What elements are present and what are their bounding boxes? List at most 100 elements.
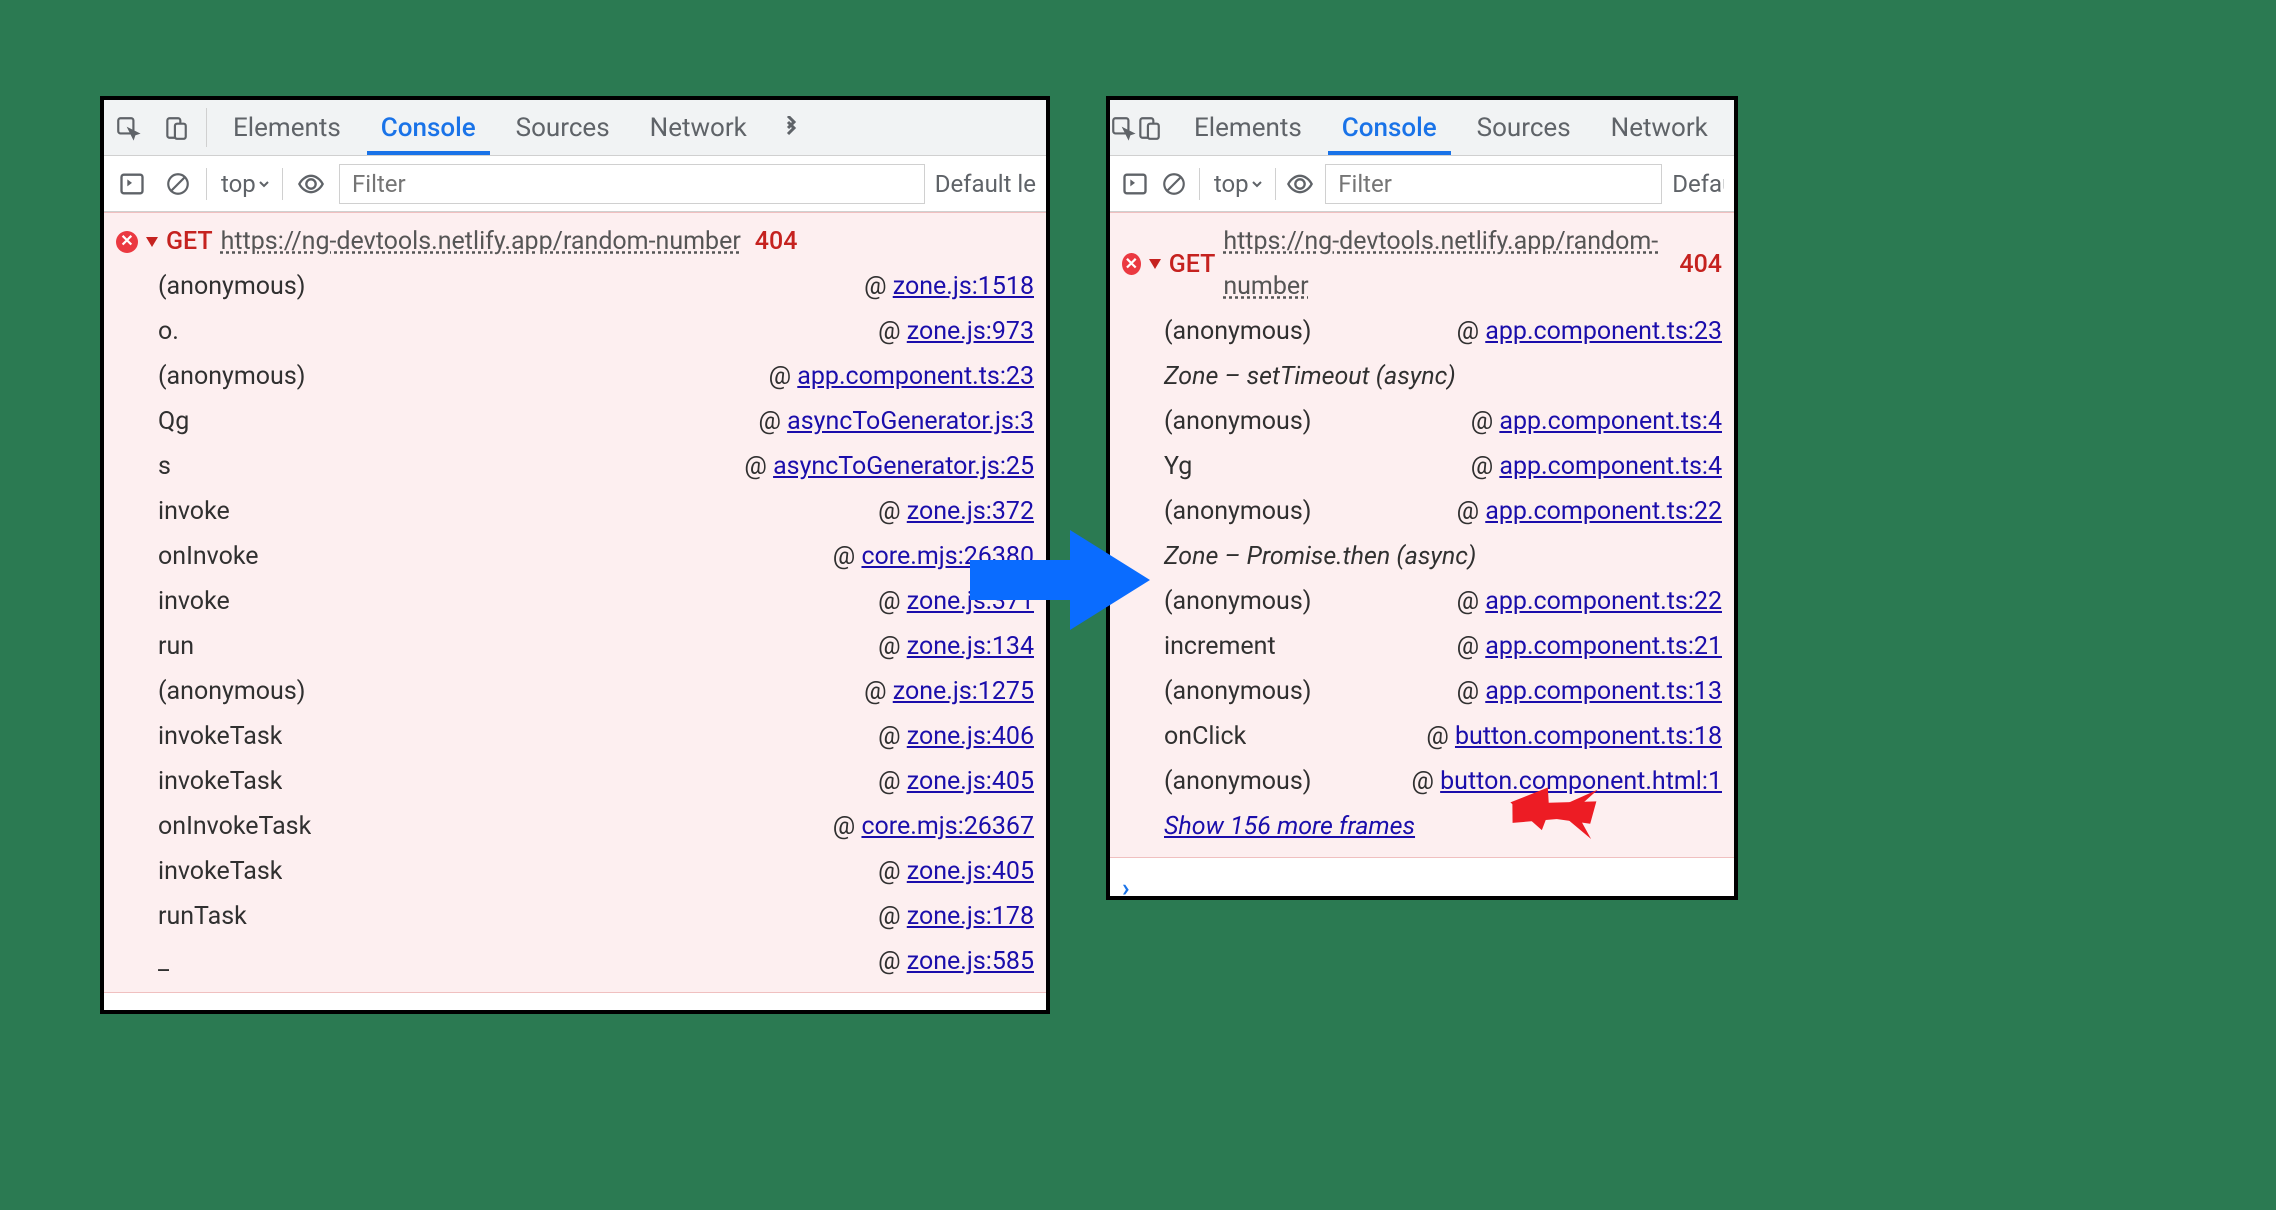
tab-network[interactable]: Network <box>1591 100 1728 155</box>
callout-arrow-icon <box>1496 766 1605 849</box>
source-link[interactable]: zone.js:585 <box>907 947 1034 976</box>
tab-console[interactable]: Console <box>361 100 496 155</box>
stack-frame: (anonymous) @ app.component.ts:22 <box>1164 489 1722 534</box>
disclosure-triangle-icon[interactable] <box>146 237 158 247</box>
stack-frame: run@ zone.js:134 <box>158 624 1034 669</box>
show-more-frames-link[interactable]: Show 156 more frames <box>1164 812 1415 841</box>
inspect-element-icon[interactable] <box>104 100 152 155</box>
frame-location: @ app.component.ts:22 <box>1457 489 1722 534</box>
stack-frame: (anonymous)@ app.component.ts:4 <box>1164 399 1722 444</box>
source-link[interactable]: app.component.ts:23 <box>1485 317 1722 346</box>
source-link[interactable]: zone.js:1518 <box>893 272 1034 301</box>
source-link[interactable]: zone.js:405 <box>907 857 1034 886</box>
source-link[interactable]: app.component.ts:4 <box>1499 452 1722 481</box>
stack-frame: onInvoke@ core.mjs:26380 <box>158 534 1034 579</box>
disclosure-triangle-icon[interactable] <box>1149 259 1161 269</box>
frame-location: @ button.component.ts:18 <box>1426 714 1722 759</box>
more-tabs-icon[interactable] <box>1728 100 1738 155</box>
source-link[interactable]: asyncToGenerator.js:25 <box>773 452 1034 481</box>
console-sidebar-toggle-icon[interactable] <box>114 166 150 202</box>
source-link[interactable]: core.mjs:26367 <box>861 812 1034 841</box>
frame-function: invokeTask <box>158 714 282 759</box>
source-link[interactable]: app.component.ts:22 <box>1485 497 1722 526</box>
source-link[interactable]: zone.js:973 <box>907 317 1034 346</box>
live-expression-icon[interactable] <box>1286 166 1316 202</box>
source-link[interactable]: zone.js:405 <box>907 767 1034 796</box>
frame-function: runTask <box>158 894 247 939</box>
frame-function: onInvoke <box>158 534 259 579</box>
source-link[interactable]: app.component.ts:23 <box>797 362 1034 391</box>
tab-elements[interactable]: Elements <box>213 100 361 155</box>
log-level-selector[interactable]: Defau <box>1672 170 1724 198</box>
source-link[interactable]: asyncToGenerator.js:3 <box>787 407 1034 436</box>
tab-console[interactable]: Console <box>1322 100 1457 155</box>
frame-location: @ app.component.ts:4 <box>1471 444 1722 489</box>
stack-frame: Yg @ app.component.ts:4 <box>1164 444 1722 489</box>
device-toggle-icon[interactable] <box>1136 100 1162 155</box>
frame-function: Qg <box>158 399 189 444</box>
console-filter-bar: top Defau <box>1110 156 1734 212</box>
filter-input[interactable] <box>339 164 925 204</box>
divider <box>1275 168 1276 200</box>
console-body: ✕ GET https://ng-devtools.netlify.app/ra… <box>1110 212 1734 900</box>
frame-function: Yg <box>1164 444 1192 489</box>
stack-frame: invokeTask@ zone.js:405 <box>158 759 1034 804</box>
frame-function: increment <box>1164 624 1276 669</box>
frame-function: invokeTask <box>158 849 282 894</box>
http-status: 404 <box>1679 242 1722 287</box>
frame-function: (anonymous) <box>1164 579 1311 624</box>
inspect-element-icon[interactable] <box>1110 100 1136 155</box>
frame-function: invokeTask <box>158 759 282 804</box>
frame-location: @ zone.js:1518 <box>864 264 1034 309</box>
frame-location: @ zone.js:1275 <box>864 669 1034 714</box>
request-url[interactable]: https://ng-devtools.netlify.app/random-n… <box>1223 219 1665 309</box>
device-toggle-icon[interactable] <box>152 100 200 155</box>
clear-console-icon[interactable] <box>1160 166 1190 202</box>
more-tabs-icon[interactable] <box>767 100 815 155</box>
async-zone-note: Zone – setTimeout (async) <box>1164 354 1722 399</box>
devtools-tabbar: Elements Console Sources Network <box>1110 100 1734 156</box>
source-link[interactable]: app.component.ts:22 <box>1485 587 1722 616</box>
stack-frame: (anonymous)@ button.component.html:1 <box>1164 759 1722 804</box>
stack-trace: (anonymous)@ app.component.ts:23Zone – s… <box>1122 309 1722 849</box>
frame-function: o. <box>158 309 179 354</box>
error-header[interactable]: ✕ GET https://ng-devtools.netlify.app/ra… <box>116 219 1034 264</box>
source-link[interactable]: zone.js:406 <box>907 722 1034 751</box>
frame-location: @ zone.js:406 <box>878 714 1034 759</box>
source-link[interactable]: zone.js:178 <box>907 902 1034 931</box>
tab-sources[interactable]: Sources <box>1457 100 1591 155</box>
context-selector[interactable]: top <box>217 169 272 199</box>
error-header[interactable]: ✕ GET https://ng-devtools.netlify.app/ra… <box>1122 219 1722 309</box>
filter-input[interactable] <box>1325 164 1662 204</box>
context-selector[interactable]: top <box>1210 169 1265 199</box>
source-link[interactable]: button.component.ts:18 <box>1455 722 1722 751</box>
source-link[interactable]: app.component.ts:13 <box>1485 677 1722 706</box>
async-zone-note: Zone – Promise.then (async) <box>1164 534 1722 579</box>
console-error-message: ✕ GET https://ng-devtools.netlify.app/ra… <box>1110 212 1734 858</box>
stack-frame: (anonymous)@ app.component.ts:13 <box>1164 669 1722 714</box>
console-sidebar-toggle-icon[interactable] <box>1120 166 1150 202</box>
source-link[interactable]: app.component.ts:4 <box>1499 407 1722 436</box>
source-link[interactable]: zone.js:1275 <box>893 677 1034 706</box>
stack-frame: invoke@ zone.js:371 <box>158 579 1034 624</box>
transition-arrow-icon <box>960 520 1160 640</box>
live-expression-icon[interactable] <box>293 166 329 202</box>
frame-location: @ asyncToGenerator.js:3 <box>758 399 1034 444</box>
frame-function: run <box>158 624 194 669</box>
clear-console-icon[interactable] <box>160 166 196 202</box>
frame-location: @ app.component.ts:22 <box>1457 579 1722 624</box>
devtools-tabbar: Elements Console Sources Network <box>104 100 1046 156</box>
divider <box>282 168 283 200</box>
frame-location: @ core.mjs:26367 <box>833 804 1034 849</box>
frame-function: invoke <box>158 579 230 624</box>
request-url[interactable]: https://ng-devtools.netlify.app/random-n… <box>221 219 741 264</box>
tab-network[interactable]: Network <box>630 100 767 155</box>
frame-function: _ <box>158 939 169 984</box>
log-level-selector[interactable]: Default le <box>935 170 1036 198</box>
tab-sources[interactable]: Sources <box>496 100 630 155</box>
source-link[interactable]: app.component.ts:21 <box>1485 632 1722 661</box>
error-icon: ✕ <box>116 231 138 253</box>
tab-elements[interactable]: Elements <box>1174 100 1322 155</box>
console-prompt[interactable]: › <box>1110 858 1734 900</box>
frame-function: (anonymous) <box>1164 489 1311 534</box>
